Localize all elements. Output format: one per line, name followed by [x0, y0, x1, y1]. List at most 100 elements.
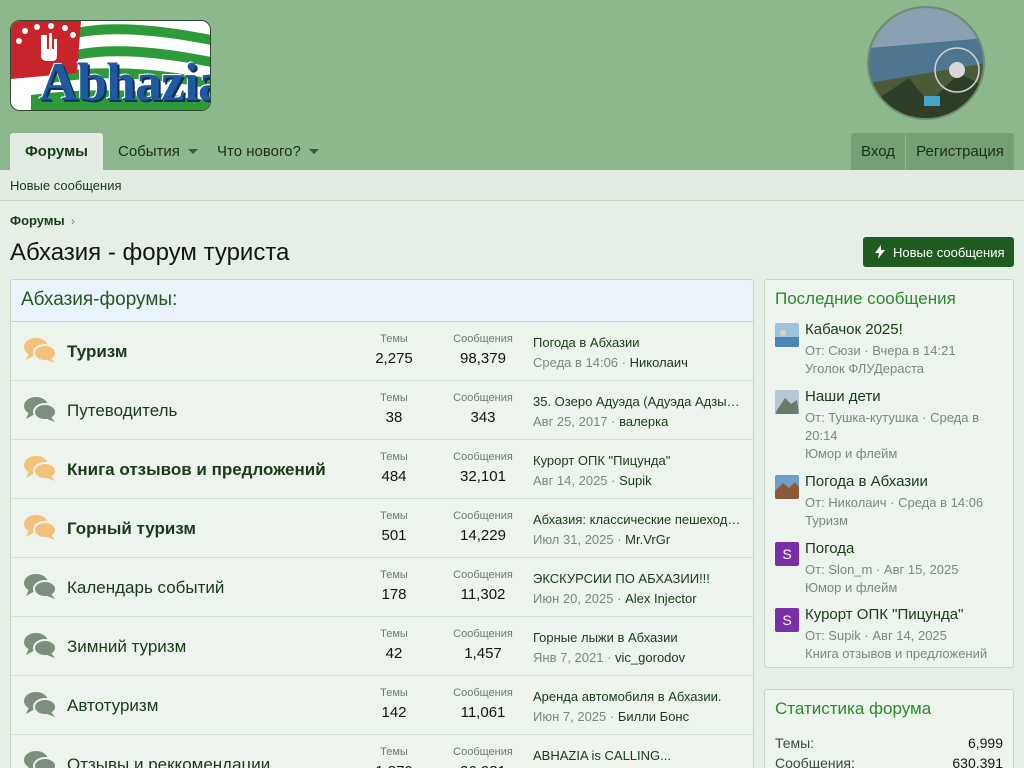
last-post-title-link[interactable]: 35. Озеро Адуэда (Адуэда Адзы… — [533, 394, 747, 409]
last-post-meta: Июн 20, 2025 · Alex Injector — [533, 591, 697, 606]
last-post-date[interactable]: Июн 20, 2025 — [533, 591, 614, 606]
login-button[interactable]: Вход — [851, 133, 905, 170]
new-posts-button-label: Новые сообщения — [893, 244, 1005, 260]
breadcrumb[interactable]: Форумы — [10, 213, 65, 228]
chevron-down-icon[interactable] — [308, 149, 319, 154]
page-title: Абхазия - форум туриста — [10, 239, 290, 266]
threads-label: Темы — [380, 569, 408, 581]
last-post-title-link[interactable]: ЭКСКУРСИИ ПО АБХАЗИИ!!! — [533, 571, 747, 586]
stats-label: Сообщения: — [775, 755, 855, 768]
forum-title-link[interactable]: Календарь событий — [67, 578, 224, 598]
messages-stat: Сообщения 1,457 — [443, 628, 523, 662]
stats-value: 630,391 — [952, 755, 1003, 768]
forum-title-link[interactable]: Автотуризм — [67, 696, 158, 716]
threads-label: Темы — [380, 746, 408, 758]
register-button[interactable]: Регистрация — [906, 133, 1014, 170]
last-post-date[interactable]: Июл 31, 2025 — [533, 532, 614, 547]
latest-post-author[interactable]: От: Николаич · Среда в 14:06 — [805, 495, 983, 510]
last-post-user-link[interactable]: Mr.VrGr — [625, 532, 670, 547]
forum-title-link[interactable]: Отзывы и реккомендации — [67, 755, 270, 768]
last-post-user-link[interactable]: Alex Injector — [625, 591, 697, 606]
last-post-date[interactable]: Июн 7, 2025 — [533, 709, 606, 724]
last-post-user-link[interactable]: Supik — [619, 473, 652, 488]
latest-post-meta: От: Slon_m · Авг 15, 2025 Юмор и флейм — [805, 561, 1005, 597]
avatar[interactable]: S — [775, 608, 799, 632]
tab-events[interactable]: События — [118, 133, 198, 170]
forum-icon — [23, 631, 57, 662]
last-post-meta: Среда в 14:06 · Николаич — [533, 355, 688, 370]
latest-post-forum-link[interactable]: Книга отзывов и предложений — [805, 646, 987, 661]
forum-title-link[interactable]: Путеводитель — [67, 401, 177, 421]
forum-title-link[interactable]: Зимний туризм — [67, 637, 186, 657]
avatar[interactable] — [775, 390, 799, 414]
latest-post-meta: От: Тушка-кутушка · Среда в 20:14 Юмор и … — [805, 409, 1005, 463]
avatar[interactable]: S — [775, 542, 799, 566]
tab-forums[interactable]: Форумы — [10, 133, 103, 170]
last-post-title-link[interactable]: Погода в Абхазии — [533, 335, 747, 350]
threads-stat: Темы 2,275 — [364, 333, 424, 367]
forum-title-link[interactable]: Книга отзывов и предложений — [67, 460, 326, 480]
messages-stat: Сообщения 14,229 — [443, 510, 523, 544]
chevron-down-icon[interactable] — [187, 149, 198, 154]
latest-post-forum-link[interactable]: Юмор и флейм — [805, 446, 897, 461]
threads-stat: Темы 178 — [364, 569, 424, 603]
last-post-user-link[interactable]: Николаич — [630, 355, 688, 370]
forum-icon — [23, 690, 57, 721]
messages-stat: Сообщения 343 — [443, 392, 523, 426]
latest-post-title-link[interactable]: Наши дети — [805, 388, 881, 405]
messages-count: 26,981 — [443, 763, 523, 768]
forum-title-link[interactable]: Туризм — [67, 342, 127, 362]
latest-post-author[interactable]: От: Slon_m · Авг 15, 2025 — [805, 562, 958, 577]
avatar[interactable] — [775, 323, 799, 347]
latest-post-forum-link[interactable]: Уголок ФЛУДераста — [805, 361, 924, 376]
forum-title-link[interactable]: Горный туризм — [67, 519, 196, 539]
login-label: Вход — [861, 143, 895, 160]
forum-list: Абхазия-форумы: Туризм Темы 2,275 Сообщения… — [10, 279, 754, 768]
last-post-user-link[interactable]: валерка — [619, 414, 668, 429]
register-label: Регистрация — [916, 143, 1004, 160]
last-post-user-link[interactable]: Билли Бонс — [618, 709, 689, 724]
latest-post-title-link[interactable]: Кабачок 2025! — [805, 321, 903, 338]
avatar[interactable] — [775, 475, 799, 499]
threads-stat: Темы 484 — [364, 451, 424, 485]
messages-label: Сообщения — [453, 392, 513, 404]
last-post: Погода в Абхазии Среда в 14:06 · Николаич — [533, 335, 747, 370]
latest-post-author[interactable]: От: Supik · Авг 14, 2025 — [805, 628, 947, 643]
latest-post-forum-link[interactable]: Туризм — [805, 513, 848, 528]
last-post-meta: Авг 14, 2025 · Supik — [533, 473, 652, 488]
last-post-meta: Янв 7, 2021 · vic_gorodov — [533, 650, 686, 665]
latest-post-meta: От: Николаич · Среда в 14:06 Туризм — [805, 494, 1005, 530]
latest-post-author[interactable]: От: Тушка-кутушка · Среда в 20:14 — [805, 410, 979, 443]
threads-count: 501 — [381, 527, 407, 544]
last-post-title-link[interactable]: Аренда автомобиля в Абхазии. — [533, 689, 747, 704]
last-post-date[interactable]: Янв 7, 2021 — [533, 650, 603, 665]
tab-whats-new[interactable]: Что нового? — [217, 133, 319, 170]
new-posts-button[interactable]: Новые сообщения — [863, 237, 1014, 267]
forum-row: Автотуризм Темы 142 Сообщения 11,061 Аренда а… — [11, 676, 753, 735]
latest-post-forum-link[interactable]: Юмор и флейм — [805, 580, 897, 595]
tab-forums-label: Форумы — [25, 143, 88, 160]
messages-count: 14,229 — [460, 527, 506, 544]
last-post-date[interactable]: Авг 14, 2025 — [533, 473, 608, 488]
last-post-title-link[interactable]: Абхазия: классические пешеход… — [533, 512, 747, 527]
messages-count: 343 — [470, 409, 496, 426]
forum-category-title[interactable]: Абхазия-форумы: — [11, 280, 753, 322]
threads-label: Темы — [380, 628, 408, 640]
last-post-date[interactable]: Авг 25, 2017 — [533, 414, 608, 429]
last-post-user-link[interactable]: vic_gorodov — [615, 650, 685, 665]
latest-post-title-link[interactable]: Погода — [805, 540, 854, 557]
latest-posts-title[interactable]: Последние сообщения — [775, 289, 956, 309]
messages-stat: Сообщения 11,061 — [443, 687, 523, 721]
subnav-new-posts-link[interactable]: Новые сообщения — [10, 178, 122, 193]
last-post-date[interactable]: Среда в 14:06 — [533, 355, 618, 370]
last-post-title-link[interactable]: Горные лыжи в Абхазии — [533, 630, 747, 645]
last-post-title-link[interactable]: ABHAZIA is CALLING... — [533, 748, 747, 763]
threads-label: Темы — [380, 687, 408, 699]
latest-post-author[interactable]: От: Сюзи · Вчера в 14:21 — [805, 343, 956, 358]
forum-row: Путеводитель Темы 38 Сообщения 343 35. Озеро … — [11, 381, 753, 440]
latest-post-title-link[interactable]: Курорт ОПК "Пицунда" — [805, 606, 963, 623]
last-post-title-link[interactable]: Курорт ОПК "Пицунда" — [533, 453, 747, 468]
latest-post-title-link[interactable]: Погода в Абхазии — [805, 473, 928, 490]
threads-label: Темы — [380, 510, 408, 522]
site-logo[interactable]: Abhazia — [10, 20, 211, 111]
